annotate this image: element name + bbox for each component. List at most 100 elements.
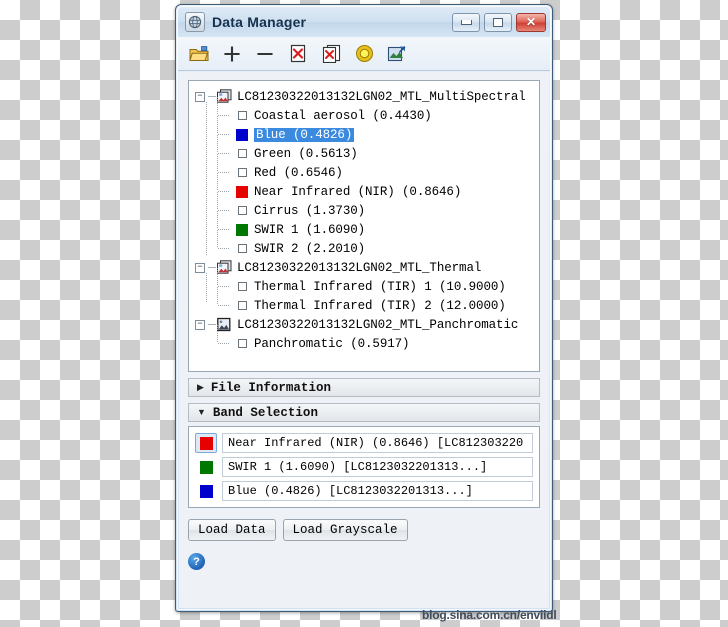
tree-connector (208, 267, 216, 268)
tree-group-row[interactable]: − LC81230322013132LGN02_MTL_MultiSpectra… (195, 87, 535, 106)
tree-band-row[interactable]: Green (0.5613) (217, 135, 535, 163)
tree-elbow (217, 230, 233, 258)
band-color-swatch[interactable] (236, 223, 248, 236)
tree-band-row[interactable]: SWIR 1 (1.6090) (217, 211, 535, 239)
yellow-gear-icon[interactable] (353, 43, 375, 65)
open-folder-icon[interactable] (188, 43, 210, 65)
tree-band-row[interactable]: Red (0.6546) (217, 154, 535, 182)
band-selection-row[interactable]: Blue (0.4826) [LC8123032201313...] (189, 479, 539, 503)
dialog-content: − LC81230322013132LGN02_MTL_MultiSpectra… (179, 72, 549, 608)
tree-connector (208, 324, 216, 325)
band-selection-text[interactable]: Near Infrared (NIR) (0.8646) [LC81230322… (222, 433, 533, 453)
minus-icon[interactable] (254, 43, 276, 65)
action-buttons: Load Data Load Grayscale (188, 519, 540, 541)
multilayer-image-icon (216, 89, 232, 104)
expander-icon[interactable]: − (195, 319, 205, 330)
watermark: blog.sina.com.cn/enviidl (422, 608, 557, 622)
tree-elbow (217, 268, 233, 296)
band-label: Thermal Infrared (TIR) 1 (10.9000) (254, 279, 506, 294)
tree-elbow (217, 287, 233, 315)
tree-band-row[interactable]: Coastal aerosol (0.4430) (217, 97, 535, 125)
tree-band-row[interactable]: Cirrus (1.3730) (217, 192, 535, 220)
load-data-button[interactable]: Load Data (188, 519, 276, 541)
load-grayscale-button[interactable]: Load Grayscale (282, 519, 408, 541)
band-color-button[interactable] (195, 481, 217, 501)
tree-group-row[interactable]: − LC81230322013132LGN02_MTL_Thermal (195, 258, 535, 277)
band-color-swatch[interactable] (236, 128, 248, 141)
band-color-swatch (199, 436, 213, 450)
expander-icon[interactable]: − (195, 91, 205, 102)
band-color-swatch[interactable] (238, 282, 247, 291)
band-label: Near Infrared (NIR) (0.8646) (254, 184, 462, 199)
title-bar: Data Manager ✕ (178, 7, 550, 37)
band-label: Green (0.5613) (254, 146, 358, 161)
band-label: Panchromatic (0.5917) (254, 336, 410, 351)
tree-elbow (217, 192, 233, 220)
data-tree[interactable]: − LC81230322013132LGN02_MTL_MultiSpectra… (188, 80, 540, 372)
band-color-swatch (199, 460, 213, 474)
tree-elbow (217, 211, 233, 239)
chevron-down-icon: ▼ (197, 407, 206, 417)
tree-vertical-line (206, 273, 207, 303)
accordion-title: Band Selection (212, 405, 318, 420)
band-label: Blue (0.4826) (254, 127, 355, 142)
band-color-swatch[interactable] (236, 185, 248, 198)
toolbar (178, 37, 550, 71)
band-color-swatch[interactable] (238, 244, 247, 253)
band-selection-text[interactable]: Blue (0.4826) [LC8123032201313...] (222, 481, 533, 501)
minimize-button[interactable] (452, 12, 480, 32)
tree-children: Thermal Infrared (TIR) 1 (10.9000) Therm… (195, 268, 535, 315)
band-color-swatch (199, 484, 213, 498)
tree-children: Panchromatic (0.5917) (195, 325, 535, 353)
accordion-band-selection[interactable]: ▼ Band Selection (188, 403, 540, 422)
tree-group-label: LC81230322013132LGN02_MTL_Panchromatic (237, 317, 519, 332)
band-label: Cirrus (1.3730) (254, 203, 366, 218)
help-row: ? (188, 553, 540, 570)
band-color-button[interactable] (195, 433, 217, 453)
tree-band-row[interactable]: SWIR 2 (2.2010) (217, 230, 535, 258)
tree-band-row[interactable]: Thermal Infrared (TIR) 2 (12.0000) (217, 287, 535, 315)
tree-band-row[interactable]: Panchromatic (0.5917) (217, 325, 535, 353)
globe-icon (185, 12, 205, 32)
band-color-swatch[interactable] (238, 206, 247, 215)
tree-group-row[interactable]: − LC81230322013132LGN02_MTL_Panchromatic (195, 315, 535, 334)
tree-elbow (217, 97, 233, 125)
chevron-right-icon: ▶ (197, 382, 204, 392)
band-color-swatch[interactable] (238, 168, 247, 177)
band-label: Coastal aerosol (0.4430) (254, 108, 432, 123)
window-inner-frame: Data Manager ✕ − LC81230322013132LGN02_M… (177, 6, 551, 610)
band-selection-text[interactable]: SWIR 1 (1.6090) [LC8123032201313...] (222, 457, 533, 477)
plus-icon[interactable] (221, 43, 243, 65)
close-all-files-icon[interactable] (320, 43, 342, 65)
accordion-title: File Information (210, 380, 331, 395)
maximize-icon (493, 17, 503, 27)
multilayer-image-icon (216, 260, 232, 275)
band-label: Red (0.6546) (254, 165, 343, 180)
band-color-swatch[interactable] (238, 339, 247, 348)
window-title: Data Manager (212, 14, 307, 30)
band-selection-row[interactable]: Near Infrared (NIR) (0.8646) [LC81230322… (189, 431, 539, 455)
close-file-icon[interactable] (287, 43, 309, 65)
window-controls: ✕ (452, 12, 546, 32)
tree-band-row[interactable]: Thermal Infrared (TIR) 1 (10.9000) (217, 268, 535, 296)
close-button[interactable]: ✕ (516, 12, 546, 32)
band-selection-list[interactable]: Near Infrared (NIR) (0.8646) [LC81230322… (188, 426, 540, 508)
band-color-button[interactable] (195, 457, 217, 477)
band-color-swatch[interactable] (238, 149, 247, 158)
tree-band-row[interactable]: Blue (0.4826) (217, 116, 535, 144)
tree-elbow (217, 116, 233, 144)
band-color-swatch[interactable] (238, 301, 247, 310)
band-label: SWIR 2 (2.2010) (254, 241, 366, 256)
tree-band-row[interactable]: Near Infrared (NIR) (0.8646) (217, 173, 535, 201)
band-selection-row[interactable]: SWIR 1 (1.6090) [LC8123032201313...] (189, 455, 539, 479)
help-icon[interactable]: ? (188, 553, 205, 570)
tree-vertical-line (206, 102, 207, 256)
load-image-icon[interactable] (386, 43, 408, 65)
band-color-swatch[interactable] (238, 111, 247, 120)
maximize-button[interactable] (484, 12, 512, 32)
minimize-icon (460, 19, 472, 25)
tree-elbow (217, 173, 233, 201)
single-image-icon (216, 317, 232, 332)
accordion-file-information[interactable]: ▶ File Information (188, 378, 540, 397)
expander-icon[interactable]: − (195, 262, 205, 273)
